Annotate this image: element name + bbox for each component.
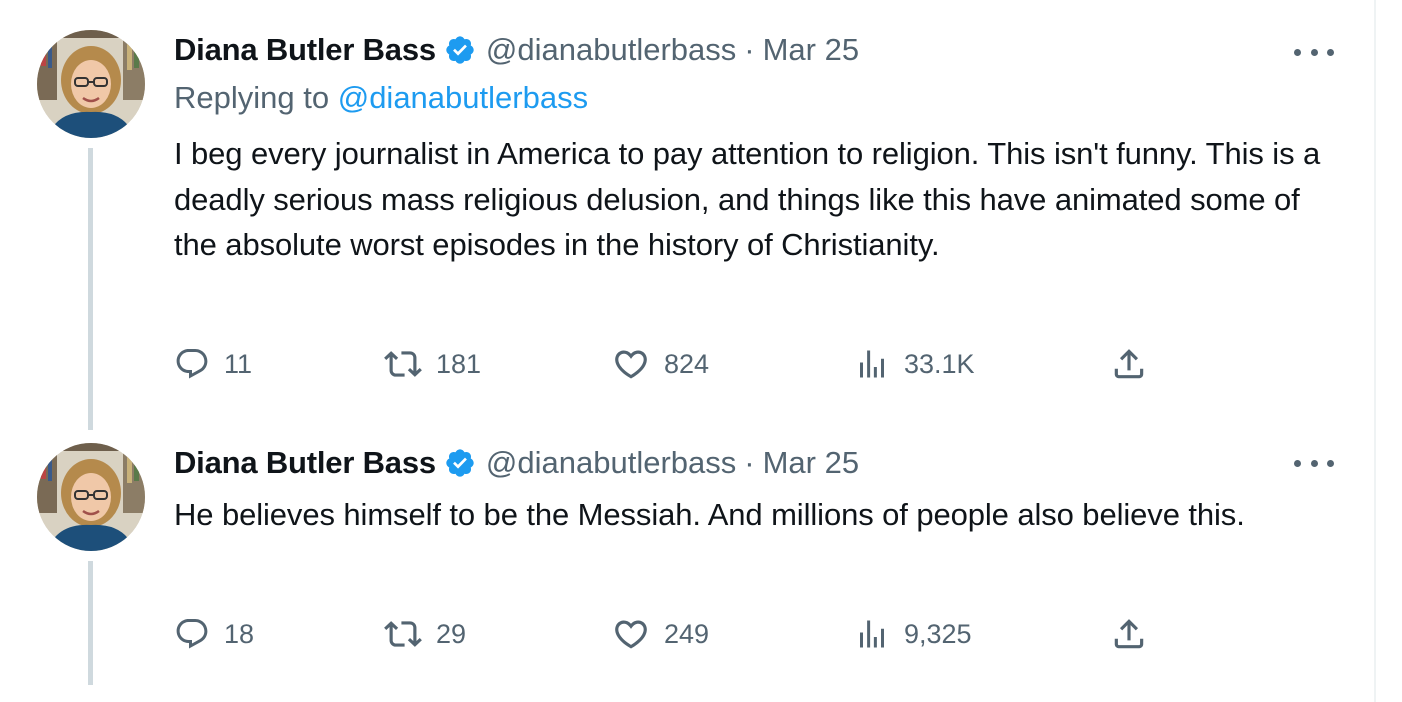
tweet-header: Diana Butler Bass @dianabutlerbass · Mar…: [174, 28, 859, 72]
replying-to-prefix: Replying to: [174, 80, 330, 115]
reply-count: 11: [224, 348, 253, 379]
heart-icon: [615, 620, 647, 649]
reply-button[interactable]: 18: [174, 611, 254, 657]
reply-icon: [176, 349, 208, 379]
reply-button[interactable]: 11: [174, 341, 252, 387]
repost-button[interactable]: 29: [384, 611, 466, 657]
replying-to-mention[interactable]: @dianabutlerbass: [338, 80, 588, 115]
more-horizontal-icon[interactable]: [1294, 453, 1334, 473]
handle[interactable]: @dianabutlerbass: [486, 445, 736, 481]
avatar[interactable]: [37, 30, 145, 138]
separator-dot: ·: [744, 32, 755, 67]
thread-connector-line: [88, 561, 93, 685]
repost-icon: [384, 621, 422, 647]
avatar-photo: [37, 443, 145, 551]
share-icon: [1114, 349, 1144, 379]
thread-connector-line: [88, 148, 93, 430]
views-count: 33.1K: [904, 348, 975, 379]
reply-icon: [176, 619, 208, 649]
repost-icon: [384, 351, 422, 377]
tweet-1[interactable]: Diana Butler Bass @dianabutlerbass · Mar…: [0, 0, 1374, 430]
more-horizontal-icon[interactable]: [1294, 42, 1334, 62]
tweet-date[interactable]: Mar 25: [763, 445, 859, 481]
views-bar-chart-icon: [860, 350, 884, 378]
replying-to: Replying to @dianabutlerbass: [174, 80, 588, 116]
tweet-text: He believes himself to be the Messiah. A…: [174, 497, 1245, 532]
repost-count: 29: [436, 618, 467, 649]
views-count: 9,325: [904, 618, 972, 649]
like-button[interactable]: 824: [612, 341, 709, 387]
repost-count: 181: [436, 348, 482, 379]
handle[interactable]: @dianabutlerbass: [486, 32, 736, 68]
repost-button[interactable]: 181: [384, 341, 481, 387]
tweet-actions: 18 29 249 9,325: [174, 611, 1174, 657]
views-button[interactable]: 33.1K: [854, 341, 975, 387]
share-button[interactable]: [1110, 611, 1148, 657]
like-count: 824: [664, 348, 710, 379]
tweet-2[interactable]: Diana Butler Bass @dianabutlerbass · Mar…: [0, 420, 1374, 702]
heart-icon: [615, 350, 647, 379]
tweet-date[interactable]: Mar 25: [763, 32, 859, 68]
separator-dot: ·: [744, 445, 755, 480]
views-button[interactable]: 9,325: [854, 611, 972, 657]
like-count: 249: [664, 618, 710, 649]
like-button[interactable]: 249: [612, 611, 709, 657]
tweet-header: Diana Butler Bass @dianabutlerbass · Mar…: [174, 441, 859, 485]
display-name[interactable]: Diana Butler Bass: [174, 445, 436, 481]
tweet-actions: 11 181 824 33.1K: [174, 341, 1174, 387]
views-bar-chart-icon: [860, 620, 884, 648]
share-icon: [1114, 619, 1144, 649]
verified-badge-icon: [446, 449, 474, 477]
tweet-text: I beg every journalist in America to pay…: [174, 136, 1321, 262]
display-name[interactable]: Diana Butler Bass: [174, 32, 436, 68]
timeline-right-border: [1374, 0, 1376, 702]
avatar[interactable]: [37, 443, 145, 551]
verified-badge-icon: [446, 36, 474, 64]
avatar-photo: [37, 30, 145, 138]
reply-count: 18: [224, 618, 255, 649]
share-button[interactable]: [1110, 341, 1148, 387]
